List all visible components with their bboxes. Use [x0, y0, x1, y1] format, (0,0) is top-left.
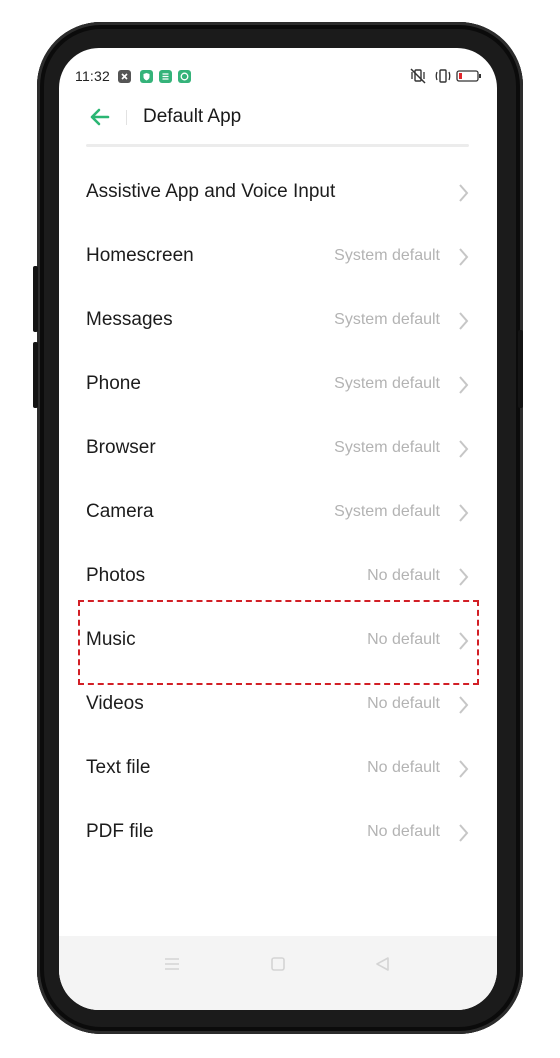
screen: 11:32 Default App Assistive App and Voic…: [59, 48, 497, 1010]
list-item-label: PDF file: [86, 821, 154, 842]
page-title: Default App: [143, 106, 242, 127]
list-item-value: System default: [334, 375, 440, 392]
list-item-label: Camera: [86, 501, 154, 522]
power-button: [518, 330, 523, 408]
list-item-messages[interactable]: Messages System default: [59, 288, 497, 352]
list-item-homescreen[interactable]: Homescreen System default: [59, 224, 497, 288]
list-item-label: Browser: [86, 437, 156, 458]
home-icon[interactable]: [269, 955, 287, 978]
battery-low-icon: [456, 68, 482, 89]
list-item-value: No default: [367, 759, 440, 776]
chevron-right-icon: [457, 182, 471, 204]
header-underline: [86, 144, 469, 147]
chevron-right-icon: [457, 566, 471, 588]
list-item-value: No default: [367, 567, 440, 584]
list-item-label: Videos: [86, 693, 144, 714]
chevron-right-icon: [457, 246, 471, 268]
back-arrow-icon[interactable]: [87, 104, 113, 130]
chevron-right-icon: [457, 758, 471, 780]
list-item-pdf-file[interactable]: PDF file No default: [59, 800, 497, 864]
menu-icon[interactable]: [163, 955, 181, 978]
whatsapp-icon: [178, 70, 191, 83]
highlight-box: [78, 600, 479, 685]
volume-down-button: [33, 342, 38, 408]
status-bar: 11:32: [59, 48, 497, 88]
chevron-right-icon: [457, 694, 471, 716]
list-item-value: System default: [334, 311, 440, 328]
vibrate-off-icon: [409, 68, 427, 89]
list-item-label: Text file: [86, 757, 151, 778]
list-item-label: Phone: [86, 373, 141, 394]
list-item-browser[interactable]: Browser System default: [59, 416, 497, 480]
list-item-value: System default: [334, 439, 440, 456]
volume-up-button: [33, 266, 38, 332]
chevron-right-icon: [457, 502, 471, 524]
chevron-right-icon: [457, 822, 471, 844]
list-item-photos[interactable]: Photos No default: [59, 544, 497, 608]
header-divider: [126, 110, 127, 125]
navigation-bar: [59, 936, 497, 1010]
list-item-label: Photos: [86, 565, 146, 586]
list-item-assistive-app[interactable]: Assistive App and Voice Input: [59, 160, 497, 224]
close-box-icon: [118, 70, 131, 83]
app-icon: [159, 70, 172, 83]
shield-icon: [140, 70, 153, 83]
vibrate-icon: [433, 68, 453, 89]
status-time: 11:32: [75, 68, 110, 84]
list-item-value: No default: [367, 823, 440, 840]
list-item-value: System default: [334, 247, 440, 264]
list-item-value: No default: [367, 695, 440, 712]
chevron-right-icon: [457, 438, 471, 460]
list-item-value: System default: [334, 503, 440, 520]
list-item-phone[interactable]: Phone System default: [59, 352, 497, 416]
list-item-label: Homescreen: [86, 245, 194, 266]
list-item-text-file[interactable]: Text file No default: [59, 736, 497, 800]
list-item-label: Assistive App and Voice Input: [86, 181, 336, 202]
list-item-camera[interactable]: Camera System default: [59, 480, 497, 544]
back-triangle-icon[interactable]: [374, 955, 392, 978]
chevron-right-icon: [457, 310, 471, 332]
list-item-label: Messages: [86, 309, 173, 330]
chevron-right-icon: [457, 374, 471, 396]
